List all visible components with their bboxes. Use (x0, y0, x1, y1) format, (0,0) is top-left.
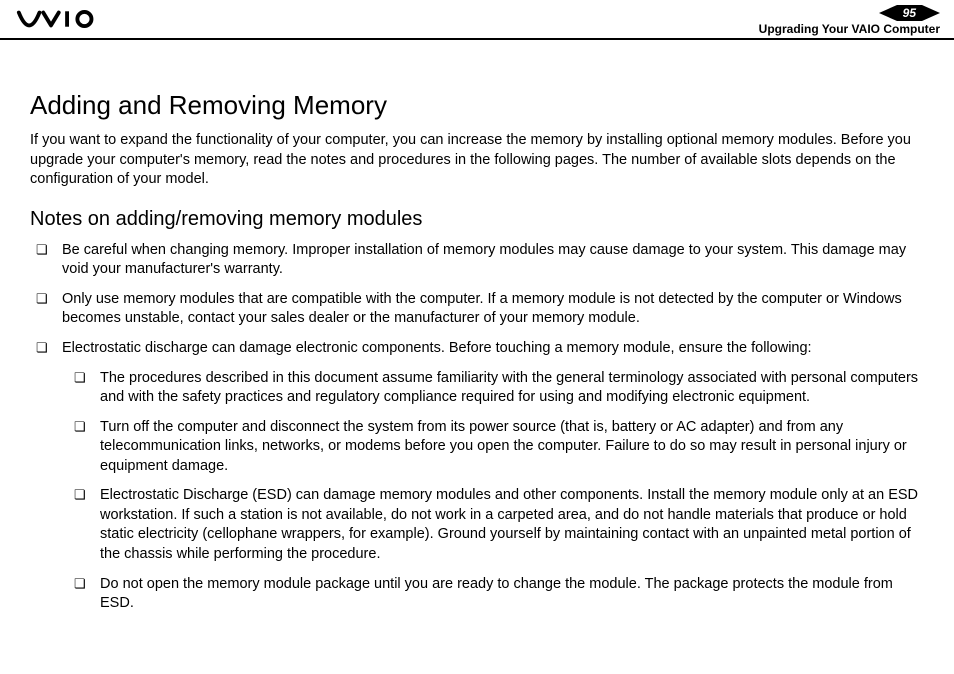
list-item: Be careful when changing memory. Imprope… (58, 241, 924, 280)
list-item: Only use memory modules that are compati… (58, 290, 924, 329)
next-page-arrow-icon[interactable] (922, 5, 940, 21)
page-title: Adding and Removing Memory (30, 90, 924, 121)
list-item: Do not open the memory module package un… (96, 575, 924, 614)
vaio-logo (14, 10, 124, 28)
page-content: Adding and Removing Memory If you want t… (0, 40, 954, 644)
page-number: 95 (897, 5, 922, 21)
list-item: Turn off the computer and disconnect the… (96, 418, 924, 477)
header-right: 95 Upgrading Your VAIO Computer (759, 0, 940, 38)
list-item: Electrostatic discharge can damage elect… (58, 339, 924, 614)
sub-notes-list: The procedures described in this documen… (62, 369, 924, 614)
page-navigator: 95 (879, 5, 940, 21)
list-item-text: Electrostatic discharge can damage elect… (62, 340, 812, 356)
page-header: 95 Upgrading Your VAIO Computer (0, 0, 954, 40)
intro-paragraph: If you want to expand the functionality … (30, 131, 924, 190)
section-label: Upgrading Your VAIO Computer (759, 22, 940, 36)
list-item: Electrostatic Discharge (ESD) can damage… (96, 486, 924, 564)
list-item: The procedures described in this documen… (96, 369, 924, 408)
notes-list: Be careful when changing memory. Imprope… (30, 241, 924, 614)
prev-page-arrow-icon[interactable] (879, 5, 897, 21)
subheading: Notes on adding/removing memory modules (30, 208, 924, 231)
